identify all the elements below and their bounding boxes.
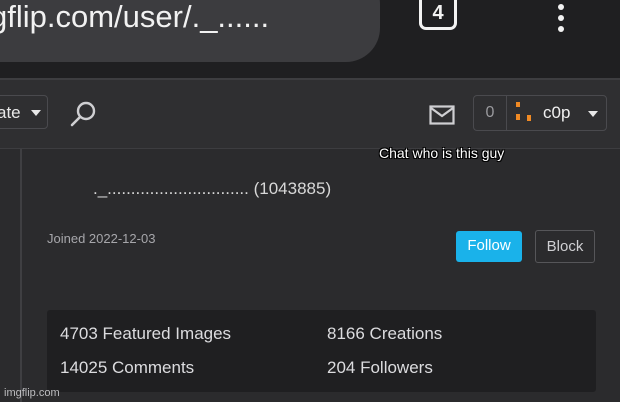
follow-button[interactable]: Follow xyxy=(456,231,522,262)
chevron-down-icon xyxy=(588,111,598,117)
address-bar-url: gflip.com/user/._...... xyxy=(0,0,270,34)
imgflip-watermark: imgflip.com xyxy=(4,387,60,399)
joined-date: Joined 2022-12-03 xyxy=(47,231,156,246)
stat-featured-images[interactable]: 4703 Featured Images xyxy=(60,323,231,345)
chevron-down-icon xyxy=(31,110,41,116)
sidebar-divider xyxy=(20,149,22,402)
block-button[interactable]: Block xyxy=(535,230,595,263)
user-stats-panel: 4703 Featured Images 8166 Creations 1402… xyxy=(47,310,596,392)
mail-icon[interactable] xyxy=(429,105,455,125)
create-dropdown-label: ate xyxy=(0,103,21,122)
create-dropdown-button[interactable]: ate xyxy=(0,95,48,129)
stat-creations[interactable]: 8166 Creations xyxy=(327,323,442,345)
tab-switcher-button[interactable]: 4 xyxy=(419,0,457,30)
meme-caption: Chat who is this guy xyxy=(379,145,505,161)
search-icon[interactable] xyxy=(70,100,98,128)
notification-count-button[interactable]: 0 xyxy=(473,95,507,131)
username-label: c0p xyxy=(543,103,571,122)
user-menu-button[interactable]: c0p xyxy=(506,95,607,131)
page: gflip.com/user/._...... 4 ate 0 c0p Chat… xyxy=(0,0,620,402)
stat-comments[interactable]: 14025 Comments xyxy=(60,357,194,379)
kebab-menu-icon[interactable] xyxy=(551,4,571,34)
stat-followers[interactable]: 204 Followers xyxy=(327,357,433,379)
user-avatar-icon xyxy=(516,102,531,121)
browser-toolbar: gflip.com/user/._...... 4 xyxy=(0,0,620,78)
address-bar[interactable]: gflip.com/user/._...... xyxy=(0,0,380,62)
profile-username: ._.............................. (104388… xyxy=(93,179,332,198)
